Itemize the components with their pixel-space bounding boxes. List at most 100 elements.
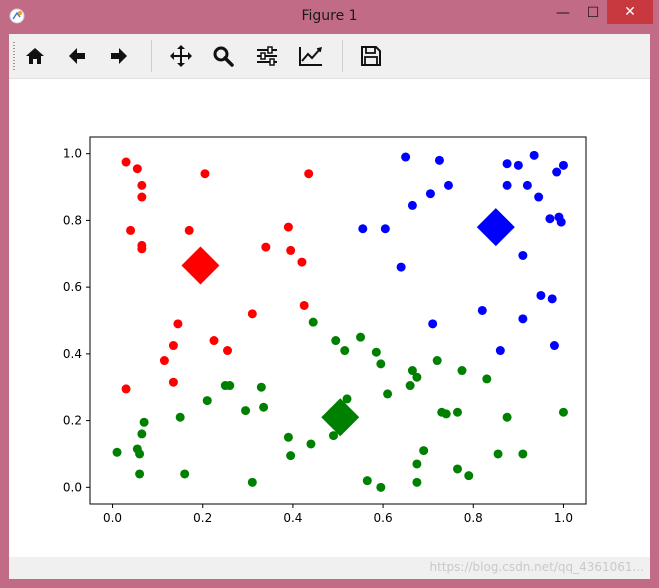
cluster-center-marker [181,246,220,285]
data-point [425,189,435,199]
data-point [529,150,539,160]
floppy-disk-icon [361,46,381,66]
x-tick-label: 1.0 [554,511,573,525]
data-point [396,262,406,272]
data-point [121,384,131,394]
data-point [209,336,219,346]
data-point [412,459,422,469]
y-tick-label: 0.8 [63,213,82,227]
cluster-center-marker [321,398,360,437]
data-point [306,439,316,449]
data-point [376,482,386,492]
data-point [383,389,393,399]
data-point [536,290,546,300]
toolbar-separator [342,40,343,72]
data-point [137,244,147,254]
arrow-right-icon [111,48,127,64]
close-button[interactable]: ✕ [607,0,653,24]
magnifier-icon [213,46,234,67]
data-point [297,257,307,267]
data-point [522,180,532,190]
data-point [121,157,131,167]
data-point [184,225,194,235]
data-point [308,317,318,327]
data-point [518,314,528,324]
data-point [137,180,147,190]
zoom-button[interactable] [207,40,239,72]
data-point [132,164,142,174]
data-point [376,359,386,369]
data-point [518,449,528,459]
data-point [434,155,444,165]
x-tick-label: 0.4 [283,511,302,525]
y-tick-label: 0.4 [63,347,82,361]
x-tick-label: 0.8 [464,511,483,525]
minimize-button[interactable]: — [548,0,578,26]
data-point [502,180,512,190]
figure-canvas[interactable]: 0.0 0.2 0.4 0.6 0.8 1.0 0.0 0.2 0.4 0.6 0.8 1.0 [9,79,650,557]
data-point [545,214,555,224]
data-point [452,464,462,474]
data-point [443,180,453,190]
data-point [139,417,149,427]
data-point [380,224,390,234]
edit-axis-button[interactable] [295,40,327,72]
data-point [407,200,417,210]
data-point [452,407,462,417]
data-point [256,382,266,392]
data-point [168,377,178,387]
x-tick-label: 0.6 [374,511,393,525]
data-point [464,471,474,481]
data-point [137,429,147,439]
data-point [513,160,523,170]
data-point [358,224,368,234]
pan-button[interactable] [165,40,197,72]
cluster-center-marker [476,208,515,247]
data-point [495,346,505,356]
move-icon [170,45,192,67]
subplots-button[interactable] [251,40,283,72]
y-tick-label: 0.0 [63,480,82,494]
data-point [518,250,528,260]
maximize-button[interactable]: ☐ [578,0,608,26]
data-point [493,449,503,459]
save-button[interactable] [355,40,387,72]
data-point [299,300,309,310]
forward-button[interactable] [103,40,135,72]
data-point [225,381,235,391]
data-point [401,152,411,162]
data-point [340,346,350,356]
data-point [159,356,169,366]
back-button[interactable] [61,40,93,72]
toolbar-grip[interactable] [13,42,15,72]
data-point [552,167,562,177]
data-point [558,407,568,417]
data-point [261,242,271,252]
scatter-chart: 0.0 0.2 0.4 0.6 0.8 1.0 0.0 0.2 0.4 0.6 0.8 1.0 [63,136,587,525]
data-point [223,346,233,356]
data-point [502,159,512,169]
data-point [247,309,257,319]
data-point [135,469,145,479]
data-point [286,451,296,461]
data-point [331,336,341,346]
data-point [247,477,257,487]
sliders-icon [257,46,277,66]
data-point [549,341,559,351]
y-tick-label: 0.6 [63,280,82,294]
y-tick-label: 1.0 [63,147,82,161]
data-point [137,192,147,202]
x-tick-label: 0.0 [103,511,122,525]
data-point [202,396,212,406]
data-point [362,476,372,486]
title-bar[interactable]: Figure 1 — ☐ ✕ [0,0,659,34]
data-point [126,225,136,235]
data-point [482,374,492,384]
home-button[interactable] [19,40,51,72]
window-frame-bottom [0,579,659,588]
data-point [168,341,178,351]
data-point [304,169,314,179]
data-point [405,381,415,391]
data-point [457,366,467,376]
data-point [558,160,568,170]
